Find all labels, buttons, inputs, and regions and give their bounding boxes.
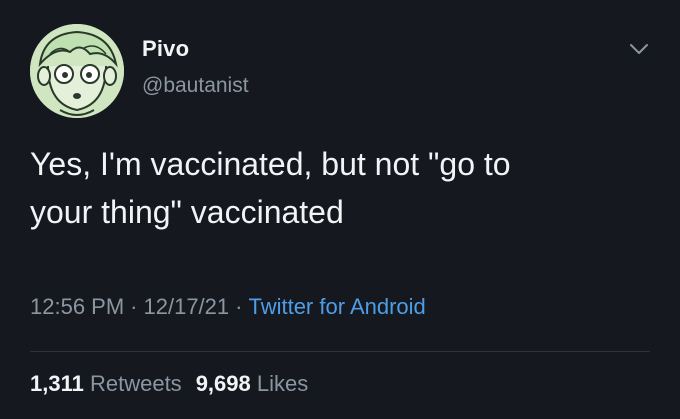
likes-count: 9,698 bbox=[195, 371, 251, 396]
tweet-stats: 1,311 Retweets 9,698 Likes bbox=[30, 371, 308, 397]
tweet-text: Yes, I'm vaccinated, but not "go to your… bbox=[30, 146, 511, 230]
meta-separator: · bbox=[130, 294, 138, 319]
tweet-time[interactable]: 12:56 PM bbox=[30, 294, 124, 319]
user-handle[interactable]: @bautanist bbox=[142, 74, 249, 98]
tweet-meta: 12:56 PM · 12/17/21 · Twitter for Android bbox=[30, 294, 426, 320]
display-name[interactable]: Pivo bbox=[142, 36, 189, 62]
tweet-source-link[interactable]: Twitter for Android bbox=[248, 294, 425, 319]
tweet-card: Pivo @bautanist Yes, I'm vaccinated, but… bbox=[0, 0, 680, 419]
tweet-date[interactable]: 12/17/21 bbox=[144, 294, 230, 319]
likes-label: Likes bbox=[256, 371, 309, 396]
cartoon-face-icon bbox=[30, 24, 124, 118]
avatar[interactable] bbox=[30, 24, 124, 118]
meta-separator: · bbox=[235, 294, 243, 319]
divider bbox=[30, 351, 650, 352]
retweets-label: Retweets bbox=[89, 371, 182, 396]
likes-stat[interactable]: 9,698 Likes bbox=[196, 371, 309, 396]
retweets-count: 1,311 bbox=[30, 371, 84, 396]
chevron-down-icon[interactable] bbox=[628, 40, 650, 58]
retweets-stat[interactable]: 1,311 Retweets bbox=[30, 371, 182, 396]
